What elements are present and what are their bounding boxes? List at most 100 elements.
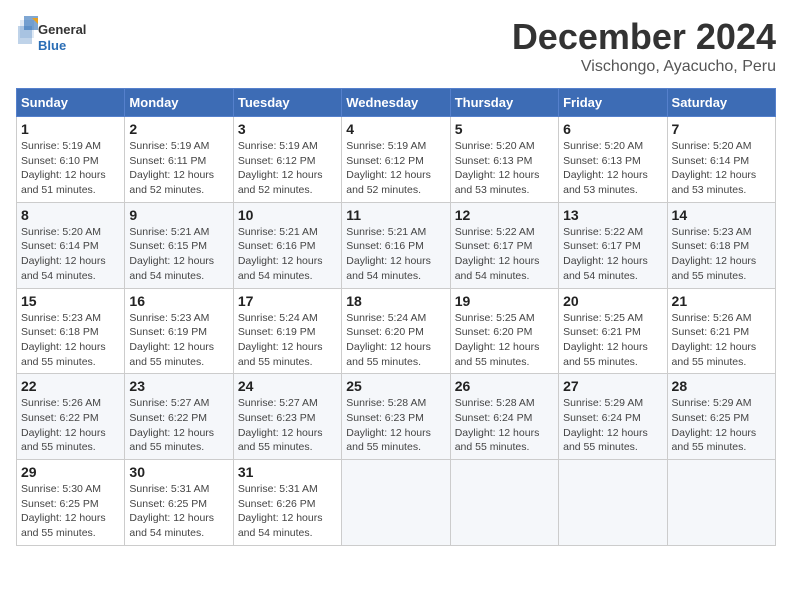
day-number: 25 bbox=[346, 378, 445, 394]
calendar-cell: 31 Sunrise: 5:31 AM Sunset: 6:26 PM Dayli… bbox=[233, 460, 341, 546]
day-number: 6 bbox=[563, 121, 662, 137]
day-number: 11 bbox=[346, 207, 445, 223]
calendar-cell: 24 Sunrise: 5:27 AM Sunset: 6:23 PM Dayli… bbox=[233, 374, 341, 460]
calendar-cell: 6 Sunrise: 5:20 AM Sunset: 6:13 PM Daylig… bbox=[559, 117, 667, 203]
calendar-cell: 5Sunrise: 5:20 AM Sunset: 6:13 PM Daylig… bbox=[450, 117, 558, 203]
calendar-cell bbox=[342, 460, 450, 546]
day-number: 10 bbox=[238, 207, 337, 223]
day-info: Sunrise: 5:28 AM Sunset: 6:24 PM Dayligh… bbox=[455, 396, 554, 455]
day-info: Sunrise: 5:21 AM Sunset: 6:16 PM Dayligh… bbox=[346, 225, 445, 284]
day-number: 22 bbox=[21, 378, 120, 394]
svg-text:General: General bbox=[38, 22, 86, 37]
day-number: 16 bbox=[129, 293, 228, 309]
day-info: Sunrise: 5:19 AM Sunset: 6:12 PM Dayligh… bbox=[346, 139, 445, 198]
calendar-cell: 1 Sunrise: 5:19 AM Sunset: 6:10 PM Daylig… bbox=[17, 117, 125, 203]
weekday-header-tuesday: Tuesday bbox=[233, 89, 341, 117]
calendar-cell: 29Sunrise: 5:30 AM Sunset: 6:25 PM Dayli… bbox=[17, 460, 125, 546]
calendar-cell: 21Sunrise: 5:26 AM Sunset: 6:21 PM Dayli… bbox=[667, 288, 775, 374]
calendar-cell: 7Sunrise: 5:20 AM Sunset: 6:14 PM Daylig… bbox=[667, 117, 775, 203]
weekday-header-friday: Friday bbox=[559, 89, 667, 117]
day-info: Sunrise: 5:28 AM Sunset: 6:23 PM Dayligh… bbox=[346, 396, 445, 455]
weekday-header-wednesday: Wednesday bbox=[342, 89, 450, 117]
calendar-cell: 13 Sunrise: 5:22 AM Sunset: 6:17 PM Dayli… bbox=[559, 202, 667, 288]
title-block: December 2024 Vischongo, Ayacucho, Peru bbox=[512, 16, 776, 76]
day-number: 2 bbox=[129, 121, 228, 137]
day-number: 26 bbox=[455, 378, 554, 394]
calendar-cell: 8Sunrise: 5:20 AM Sunset: 6:14 PM Daylig… bbox=[17, 202, 125, 288]
day-info: Sunrise: 5:22 AM Sunset: 6:17 PM Dayligh… bbox=[563, 225, 662, 284]
calendar-cell bbox=[667, 460, 775, 546]
day-number: 13 bbox=[563, 207, 662, 223]
day-info: Sunrise: 5:25 AM Sunset: 6:20 PM Dayligh… bbox=[455, 311, 554, 370]
day-number: 4 bbox=[346, 121, 445, 137]
day-number: 15 bbox=[21, 293, 120, 309]
day-info: Sunrise: 5:27 AM Sunset: 6:22 PM Dayligh… bbox=[129, 396, 228, 455]
calendar-week-3: 15Sunrise: 5:23 AM Sunset: 6:18 PM Dayli… bbox=[17, 288, 776, 374]
calendar-cell: 16 Sunrise: 5:23 AM Sunset: 6:19 PM Dayli… bbox=[125, 288, 233, 374]
calendar-cell bbox=[450, 460, 558, 546]
calendar-week-2: 8Sunrise: 5:20 AM Sunset: 6:14 PM Daylig… bbox=[17, 202, 776, 288]
day-number: 21 bbox=[672, 293, 771, 309]
calendar-cell bbox=[559, 460, 667, 546]
calendar-table: SundayMondayTuesdayWednesdayThursdayFrid… bbox=[16, 88, 776, 546]
calendar-week-1: 1 Sunrise: 5:19 AM Sunset: 6:10 PM Daylig… bbox=[17, 117, 776, 203]
calendar-cell: 11 Sunrise: 5:21 AM Sunset: 6:16 PM Dayli… bbox=[342, 202, 450, 288]
day-number: 30 bbox=[129, 464, 228, 480]
main-title: December 2024 bbox=[512, 16, 776, 58]
header: General Blue December 2024 Vischongo, Ay… bbox=[16, 16, 776, 76]
day-info: Sunrise: 5:31 AM Sunset: 6:25 PM Dayligh… bbox=[129, 482, 228, 541]
day-info: Sunrise: 5:19 AM Sunset: 6:11 PM Dayligh… bbox=[129, 139, 228, 198]
calendar-cell: 28Sunrise: 5:29 AM Sunset: 6:25 PM Dayli… bbox=[667, 374, 775, 460]
day-number: 1 bbox=[21, 121, 120, 137]
weekday-header-sunday: Sunday bbox=[17, 89, 125, 117]
day-number: 27 bbox=[563, 378, 662, 394]
day-info: Sunrise: 5:20 AM Sunset: 6:14 PM Dayligh… bbox=[21, 225, 120, 284]
day-number: 9 bbox=[129, 207, 228, 223]
day-number: 14 bbox=[672, 207, 771, 223]
calendar-cell: 22 Sunrise: 5:26 AM Sunset: 6:22 PM Dayli… bbox=[17, 374, 125, 460]
day-info: Sunrise: 5:29 AM Sunset: 6:24 PM Dayligh… bbox=[563, 396, 662, 455]
calendar-cell: 14 Sunrise: 5:23 AM Sunset: 6:18 PM Dayli… bbox=[667, 202, 775, 288]
day-number: 7 bbox=[672, 121, 771, 137]
day-info: Sunrise: 5:29 AM Sunset: 6:25 PM Dayligh… bbox=[672, 396, 771, 455]
calendar-body: 1 Sunrise: 5:19 AM Sunset: 6:10 PM Daylig… bbox=[17, 117, 776, 546]
calendar-cell: 19Sunrise: 5:25 AM Sunset: 6:20 PM Dayli… bbox=[450, 288, 558, 374]
calendar-cell: 23Sunrise: 5:27 AM Sunset: 6:22 PM Dayli… bbox=[125, 374, 233, 460]
calendar-cell: 30 Sunrise: 5:31 AM Sunset: 6:25 PM Dayli… bbox=[125, 460, 233, 546]
day-info: Sunrise: 5:19 AM Sunset: 6:10 PM Dayligh… bbox=[21, 139, 120, 198]
day-number: 12 bbox=[455, 207, 554, 223]
day-number: 17 bbox=[238, 293, 337, 309]
calendar-cell: 27 Sunrise: 5:29 AM Sunset: 6:24 PM Dayli… bbox=[559, 374, 667, 460]
calendar-header-row: SundayMondayTuesdayWednesdayThursdayFrid… bbox=[17, 89, 776, 117]
weekday-header-saturday: Saturday bbox=[667, 89, 775, 117]
calendar-cell: 17 Sunrise: 5:24 AM Sunset: 6:19 PM Dayli… bbox=[233, 288, 341, 374]
day-info: Sunrise: 5:24 AM Sunset: 6:19 PM Dayligh… bbox=[238, 311, 337, 370]
calendar-cell: 4 Sunrise: 5:19 AM Sunset: 6:12 PM Daylig… bbox=[342, 117, 450, 203]
day-number: 24 bbox=[238, 378, 337, 394]
calendar-header: SundayMondayTuesdayWednesdayThursdayFrid… bbox=[17, 89, 776, 117]
day-info: Sunrise: 5:31 AM Sunset: 6:26 PM Dayligh… bbox=[238, 482, 337, 541]
day-info: Sunrise: 5:21 AM Sunset: 6:16 PM Dayligh… bbox=[238, 225, 337, 284]
day-info: Sunrise: 5:20 AM Sunset: 6:13 PM Dayligh… bbox=[455, 139, 554, 198]
logo-svg: General Blue bbox=[16, 16, 96, 60]
day-info: Sunrise: 5:23 AM Sunset: 6:19 PM Dayligh… bbox=[129, 311, 228, 370]
svg-text:Blue: Blue bbox=[38, 38, 66, 53]
logo: General Blue bbox=[16, 16, 96, 60]
calendar-cell: 26 Sunrise: 5:28 AM Sunset: 6:24 PM Dayli… bbox=[450, 374, 558, 460]
day-info: Sunrise: 5:26 AM Sunset: 6:22 PM Dayligh… bbox=[21, 396, 120, 455]
calendar-cell: 12 Sunrise: 5:22 AM Sunset: 6:17 PM Dayli… bbox=[450, 202, 558, 288]
day-info: Sunrise: 5:25 AM Sunset: 6:21 PM Dayligh… bbox=[563, 311, 662, 370]
calendar-week-4: 22 Sunrise: 5:26 AM Sunset: 6:22 PM Dayli… bbox=[17, 374, 776, 460]
day-number: 29 bbox=[21, 464, 120, 480]
day-info: Sunrise: 5:20 AM Sunset: 6:13 PM Dayligh… bbox=[563, 139, 662, 198]
calendar-cell: 20Sunrise: 5:25 AM Sunset: 6:21 PM Dayli… bbox=[559, 288, 667, 374]
day-info: Sunrise: 5:19 AM Sunset: 6:12 PM Dayligh… bbox=[238, 139, 337, 198]
calendar-cell: 3 Sunrise: 5:19 AM Sunset: 6:12 PM Daylig… bbox=[233, 117, 341, 203]
day-number: 31 bbox=[238, 464, 337, 480]
day-info: Sunrise: 5:22 AM Sunset: 6:17 PM Dayligh… bbox=[455, 225, 554, 284]
calendar-week-5: 29Sunrise: 5:30 AM Sunset: 6:25 PM Dayli… bbox=[17, 460, 776, 546]
day-info: Sunrise: 5:23 AM Sunset: 6:18 PM Dayligh… bbox=[672, 225, 771, 284]
calendar-cell: 9Sunrise: 5:21 AM Sunset: 6:15 PM Daylig… bbox=[125, 202, 233, 288]
day-number: 3 bbox=[238, 121, 337, 137]
day-info: Sunrise: 5:27 AM Sunset: 6:23 PM Dayligh… bbox=[238, 396, 337, 455]
